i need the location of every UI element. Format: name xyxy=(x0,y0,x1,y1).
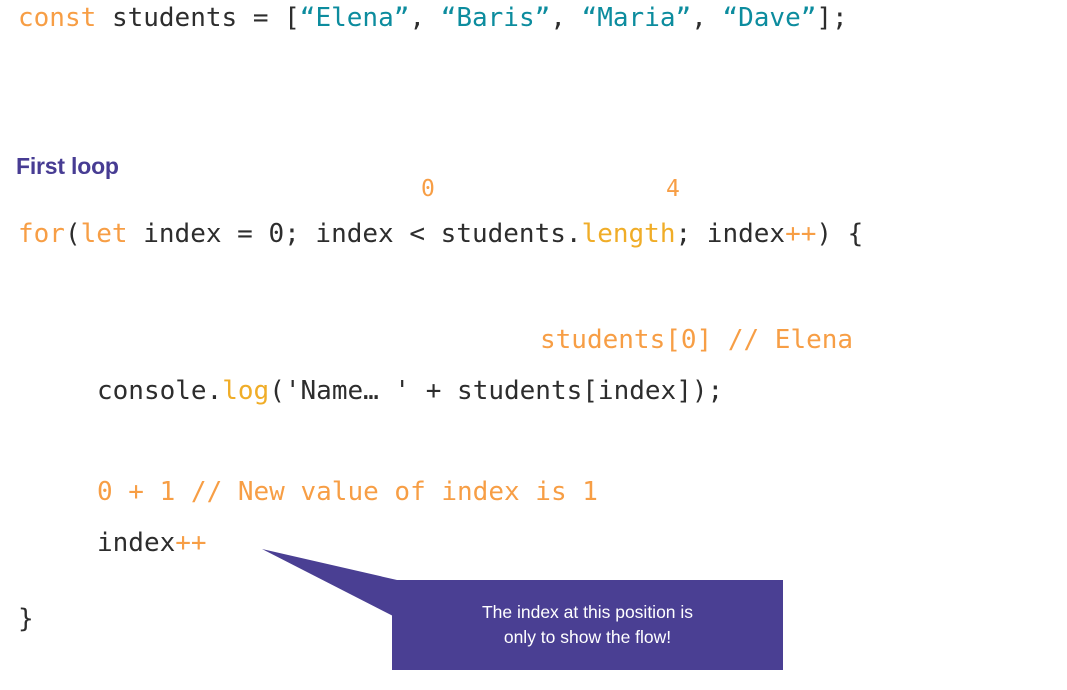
comma-3: , xyxy=(691,3,723,33)
students-member-access: students. xyxy=(425,219,582,249)
less-than-operator: < xyxy=(409,219,426,249)
annotation-index-start: 0 xyxy=(421,176,435,202)
console-object: console. xyxy=(97,376,223,406)
property-length: length xyxy=(581,219,676,249)
method-log: log xyxy=(222,376,270,406)
code-line-console-log: console.log('Name… ' + students[index]); xyxy=(97,376,723,406)
space-after-const xyxy=(96,3,112,33)
open-paren: ( xyxy=(64,219,81,249)
keyword-const: const xyxy=(18,3,97,33)
callout-text: The index at this position is only to sh… xyxy=(481,602,694,647)
annotation-array-access: students[0] // Elena xyxy=(540,325,854,355)
annotation-increment-explanation: 0 + 1 // New value of index is 1 xyxy=(97,477,598,507)
identifier-index: index xyxy=(97,528,176,558)
increment-operator: ++ xyxy=(175,528,207,558)
keyword-let: let xyxy=(80,219,128,249)
increment-operator-for: ++ xyxy=(785,219,817,249)
code-line-declaration: const students = [“Elena”, “Baris”, “Mar… xyxy=(18,3,848,33)
close-paren-brace: ) { xyxy=(816,219,864,249)
string-elena: “Elena” xyxy=(299,3,410,33)
comma-2: , xyxy=(550,3,582,33)
annotation-array-length: 4 xyxy=(666,176,680,202)
callout-box: The index at this position is only to sh… xyxy=(392,580,783,670)
string-dave: “Dave” xyxy=(722,3,817,33)
string-maria: “Maria” xyxy=(581,3,692,33)
console-log-arguments: ('Name… ' + students[index]); xyxy=(269,376,724,406)
code-line-for-loop: for(let index = 0; index < students.leng… xyxy=(18,219,863,249)
assignment-open-bracket: = [ xyxy=(237,3,300,33)
identifier-students: students xyxy=(111,3,238,33)
for-update-identifier: ; index xyxy=(675,219,786,249)
callout-pointer-arrow xyxy=(262,549,397,618)
for-initializer: index = 0; index xyxy=(127,219,410,249)
keyword-for: for xyxy=(18,219,65,249)
section-heading: First loop xyxy=(16,153,119,179)
code-line-index-increment: index++ xyxy=(97,528,207,558)
code-line-closing-brace: } xyxy=(18,604,34,634)
slide-canvas: const students = [“Elena”, “Baris”, “Mar… xyxy=(0,0,1067,690)
comma-1: , xyxy=(409,3,441,33)
close-bracket-semicolon: ]; xyxy=(816,3,848,33)
string-baris: “Baris” xyxy=(440,3,551,33)
